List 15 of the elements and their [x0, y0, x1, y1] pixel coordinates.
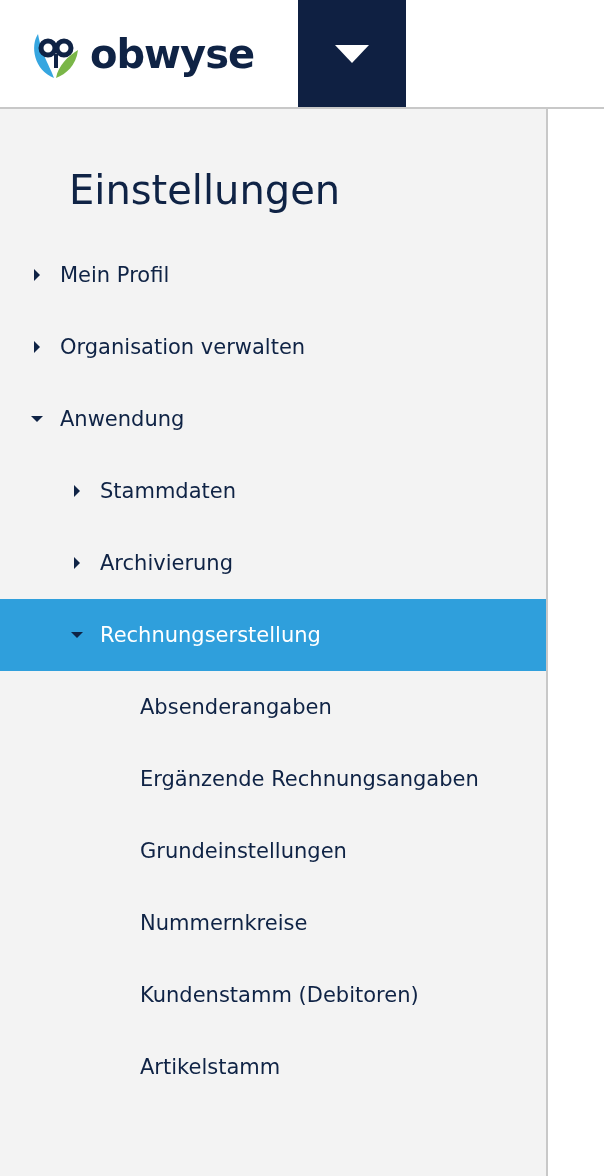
sidebar-item[interactable]: Stammdaten — [0, 455, 546, 527]
sidebar-item[interactable]: Absenderangaben — [0, 671, 546, 743]
caret-down-icon — [334, 42, 370, 65]
sidebar-item[interactable]: Ergänzende Rechnungsangaben — [0, 743, 546, 815]
sidebar-item[interactable]: Mein Profil — [0, 239, 546, 311]
sidebar-item[interactable]: Archivierung — [0, 527, 546, 599]
sidebar-title: Einstellungen — [68, 166, 342, 215]
dropdown-button[interactable] — [298, 0, 406, 107]
logo-text: obwyse — [90, 30, 255, 77]
sidebar-item[interactable]: Kundenstamm (Debitoren) — [0, 959, 546, 1031]
sidebar-item[interactable]: Organisation verwalten — [0, 311, 546, 383]
sidebar-item[interactable]: Anwendung — [0, 383, 546, 455]
sidebar-item[interactable]: Nummernkreise — [0, 887, 546, 959]
sidebar-item[interactable]: Artikelstamm — [0, 1031, 546, 1103]
sidebar-item[interactable]: Grundeinstellungen — [0, 815, 546, 887]
